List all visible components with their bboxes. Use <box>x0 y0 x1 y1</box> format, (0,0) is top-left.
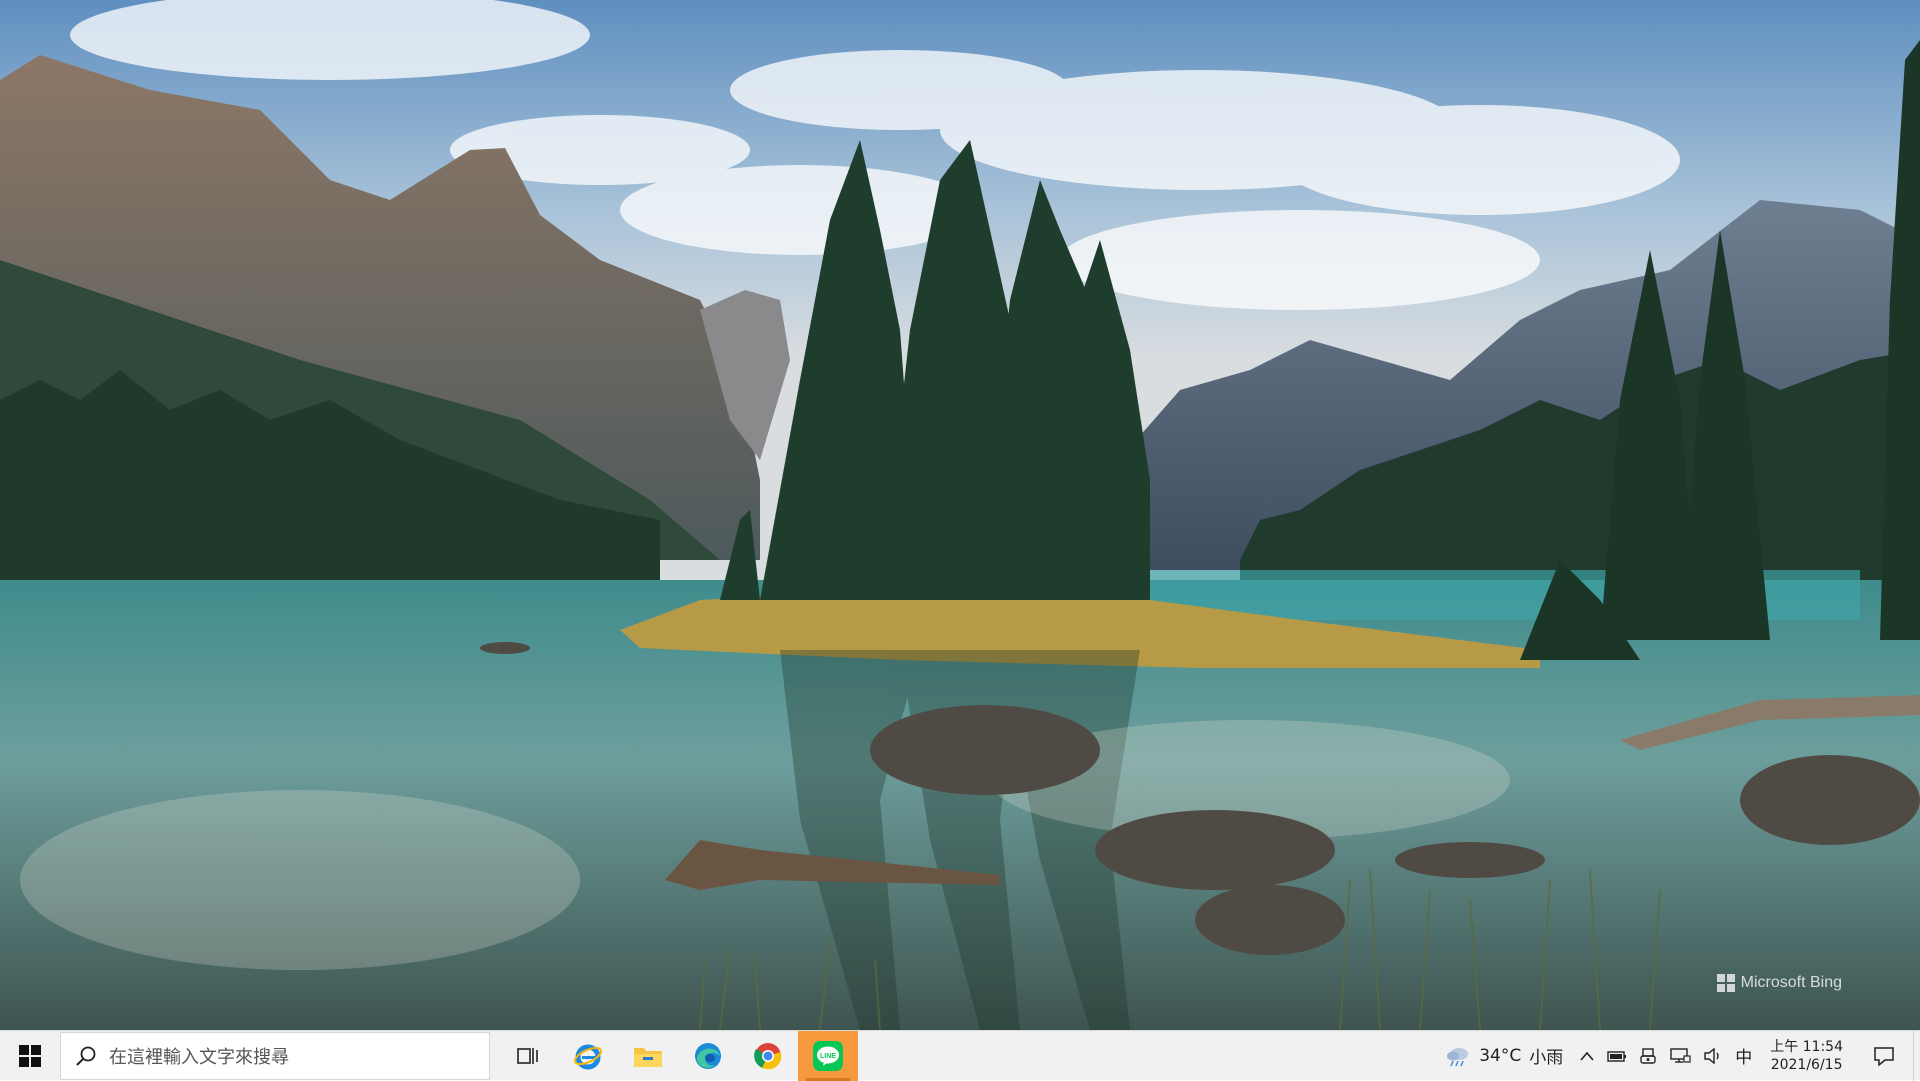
battery-button[interactable] <box>1601 1031 1633 1081</box>
show-desktop-button[interactable] <box>1913 1030 1920 1081</box>
edge-icon <box>695 1042 721 1069</box>
battery-icon <box>1607 1050 1627 1062</box>
system-tray: 34°C 小雨 中 上午 11:54 2021/6/15 <box>1435 1030 1920 1081</box>
app-internet-explorer[interactable] <box>558 1031 618 1081</box>
app-file-explorer[interactable] <box>618 1031 678 1081</box>
clock-time: 上午 11:54 <box>1770 1038 1843 1055</box>
line-icon-label: LINE <box>820 1053 836 1060</box>
internet-explorer-icon <box>574 1044 602 1069</box>
app-google-chrome[interactable] <box>738 1031 798 1081</box>
weather-icon <box>1447 1047 1469 1066</box>
show-hidden-icons-button[interactable] <box>1573 1031 1601 1081</box>
volume-icon <box>1704 1047 1719 1064</box>
input-method-label: 中 <box>1735 1048 1753 1068</box>
task-view-button[interactable] <box>498 1031 558 1081</box>
clock[interactable]: 上午 11:54 2021/6/15 <box>1758 1031 1855 1081</box>
bing-logo-icon <box>1716 974 1735 992</box>
chrome-icon <box>754 1042 782 1069</box>
windows-logo-icon <box>19 1044 41 1067</box>
input-method-button[interactable]: 中 <box>1729 1031 1758 1081</box>
app-line[interactable]: LINE <box>798 1030 858 1081</box>
weather-widget[interactable]: 34°C 小雨 <box>1435 1031 1573 1081</box>
weather-condition: 小雨 <box>1529 1048 1564 1068</box>
folder-icon <box>634 1047 662 1067</box>
wallpaper-image <box>0 0 1920 1030</box>
usb-device-button[interactable] <box>1633 1031 1663 1081</box>
network-icon <box>1670 1047 1691 1063</box>
search-icon <box>76 1046 96 1066</box>
start-button[interactable] <box>0 1031 60 1081</box>
search-box[interactable]: 在這裡輸入文字來搜尋 <box>60 1031 490 1080</box>
notification-icon <box>1874 1046 1894 1066</box>
watermark-text: Microsoft Bing <box>1740 974 1842 991</box>
task-view-icon <box>517 1047 538 1064</box>
usb-device-icon <box>1640 1047 1656 1064</box>
notification-button[interactable] <box>1855 1031 1913 1081</box>
weather-temperature: 34°C <box>1479 1045 1522 1066</box>
search-placeholder: 在這裡輸入文字來搜尋 <box>109 1046 289 1068</box>
chevron-up-icon <box>1580 1051 1594 1061</box>
bing-watermark: Microsoft Bing <box>1716 974 1842 992</box>
taskbar: 在這裡輸入文字來搜尋 LINE 34°C 小雨 中 上午 11:54 2021/… <box>0 1030 1920 1081</box>
volume-button[interactable] <box>1697 1031 1729 1081</box>
network-button[interactable] <box>1663 1031 1697 1081</box>
desktop[interactable]: Microsoft Bing <box>0 0 1920 1030</box>
clock-date: 2021/6/15 <box>1770 1056 1843 1073</box>
line-icon: LINE <box>813 1040 843 1071</box>
app-microsoft-edge[interactable] <box>678 1031 738 1081</box>
